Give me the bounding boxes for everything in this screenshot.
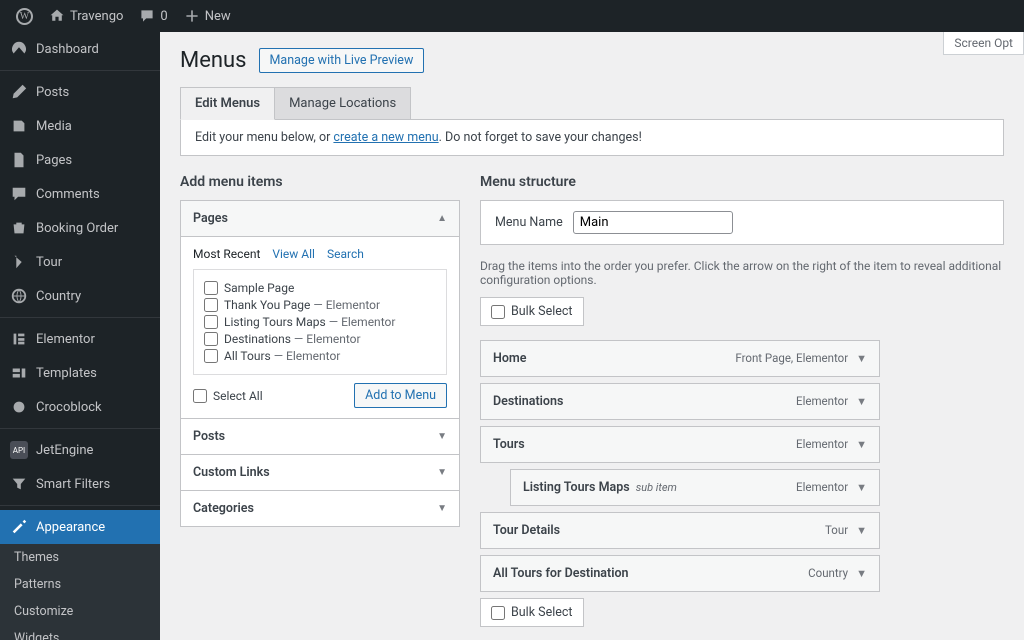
page-option[interactable]: Sample Page [204, 281, 436, 295]
sub-customize[interactable]: Customize [0, 598, 160, 625]
sidebar-item-booking[interactable]: Booking Order [0, 211, 160, 245]
sidebar-item-appearance[interactable]: Appearance [0, 510, 160, 544]
expand-icon[interactable]: ▼ [856, 438, 867, 451]
comment-icon [139, 8, 155, 24]
caret-down-icon: ▼ [437, 431, 447, 442]
comments-count[interactable]: 0 [131, 8, 175, 24]
new-content[interactable]: New [176, 8, 239, 24]
bulk-select-top[interactable]: Bulk Select [480, 297, 584, 326]
live-preview-button[interactable]: Manage with Live Preview [259, 48, 425, 73]
menu-item[interactable]: DestinationsElementor▼ [480, 383, 880, 420]
wp-logo[interactable] [8, 8, 41, 25]
appearance-submenu: Themes Patterns Customize Widgets Menus … [0, 544, 160, 640]
sidebar-item-tour[interactable]: Tour [0, 245, 160, 279]
sidebar-item-comments[interactable]: Comments [0, 177, 160, 211]
home-icon [49, 8, 65, 24]
acc-custom-links[interactable]: Custom Links▼ [181, 455, 459, 490]
create-menu-link[interactable]: create a new menu [333, 130, 438, 145]
filter-search[interactable]: Search [327, 247, 364, 261]
page-option[interactable]: Destinations — Elementor [204, 332, 436, 346]
acc-posts[interactable]: Posts▼ [181, 419, 459, 454]
bulk-select-bottom[interactable]: Bulk Select [480, 598, 584, 627]
expand-icon[interactable]: ▼ [856, 567, 867, 580]
expand-icon[interactable]: ▼ [856, 524, 867, 537]
menu-item[interactable]: ToursElementor▼ [480, 426, 880, 463]
caret-down-icon: ▼ [437, 467, 447, 478]
sidebar-item-pages[interactable]: Pages [0, 143, 160, 177]
plus-icon [184, 8, 200, 24]
drag-instructions: Drag the items into the order you prefer… [480, 259, 1004, 287]
add-items-heading: Add menu items [180, 174, 460, 190]
acc-categories[interactable]: Categories▼ [181, 491, 459, 526]
screen-options[interactable]: Screen Opt [943, 32, 1024, 55]
menu-item[interactable]: All Tours for DestinationCountry▼ [480, 555, 880, 592]
caret-up-icon: ▲ [437, 213, 447, 224]
pages-list: Sample Page Thank You Page — Elementor Lis… [193, 269, 447, 375]
sidebar-item-posts[interactable]: Posts [0, 75, 160, 109]
acc-pages-header[interactable]: Pages▲ [181, 201, 459, 237]
filter-recent[interactable]: Most Recent [193, 247, 260, 261]
structure-heading: Menu structure [480, 174, 1004, 190]
sub-patterns[interactable]: Patterns [0, 571, 160, 598]
site-name[interactable]: Travengo [41, 8, 131, 24]
sidebar-item-country[interactable]: Country [0, 279, 160, 313]
select-all[interactable]: Select All [193, 389, 263, 403]
caret-down-icon: ▼ [437, 503, 447, 514]
menu-items-container: HomeFront Page, Elementor▼ DestinationsEl… [480, 340, 1004, 592]
expand-icon[interactable]: ▼ [856, 395, 867, 408]
tab-manage-locations[interactable]: Manage Locations [274, 87, 411, 119]
add-to-menu-button[interactable]: Add to Menu [354, 383, 447, 408]
sidebar-item-jetengine[interactable]: APIJetEngine [0, 433, 160, 467]
sub-widgets[interactable]: Widgets [0, 625, 160, 640]
sidebar-item-elementor[interactable]: Elementor [0, 322, 160, 356]
admin-sidebar: Dashboard Posts Media Pages Comments Boo… [0, 32, 160, 640]
page-option[interactable]: Thank You Page — Elementor [204, 298, 436, 312]
filter-view-all[interactable]: View All [272, 247, 315, 261]
sidebar-item-media[interactable]: Media [0, 109, 160, 143]
page-option[interactable]: All Tours — Elementor [204, 349, 436, 363]
menu-item[interactable]: Tour DetailsTour▼ [480, 512, 880, 549]
edit-notice: Edit your menu below, or create a new me… [180, 119, 1004, 156]
menu-name-label: Menu Name [495, 215, 563, 230]
sidebar-item-dashboard[interactable]: Dashboard [0, 32, 160, 66]
expand-icon[interactable]: ▼ [856, 352, 867, 365]
tab-edit-menus[interactable]: Edit Menus [180, 87, 275, 120]
page-option[interactable]: Listing Tours Maps — Elementor [204, 315, 436, 329]
sub-themes[interactable]: Themes [0, 544, 160, 571]
menu-name-input[interactable] [573, 211, 733, 234]
sidebar-item-templates[interactable]: Templates [0, 356, 160, 390]
sidebar-item-crocoblock[interactable]: Crocoblock [0, 390, 160, 424]
menu-item[interactable]: HomeFront Page, Elementor▼ [480, 340, 880, 377]
expand-icon[interactable]: ▼ [856, 481, 867, 494]
sidebar-item-smartfilters[interactable]: Smart Filters [0, 467, 160, 501]
page-title: Menus [180, 48, 247, 73]
menu-item[interactable]: Listing Tours Maps sub itemElementor▼ [510, 469, 880, 506]
